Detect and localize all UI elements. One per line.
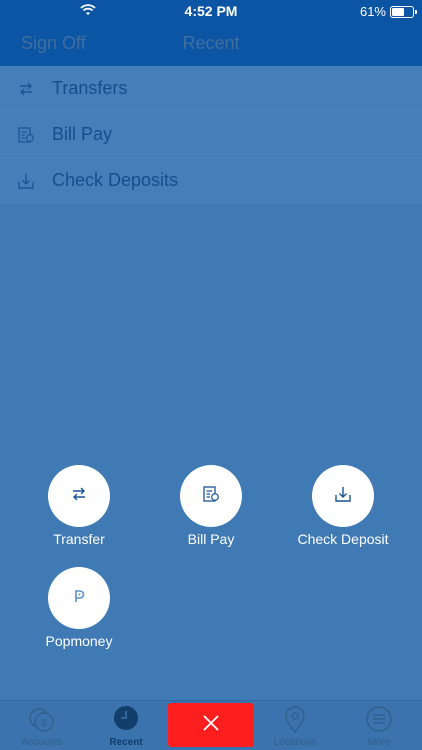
battery-icon: [390, 5, 417, 18]
tab-accounts[interactable]: $ Accounts: [0, 701, 84, 750]
transfer-icon: [0, 80, 52, 98]
check-deposit-action-button[interactable]: [312, 465, 374, 527]
wifi-icon: [80, 3, 96, 19]
recent-item-label: Bill Pay: [52, 124, 113, 144]
bill-pay-action-button[interactable]: [180, 465, 242, 527]
recent-item-check-deposits[interactable]: Check Deposits: [0, 158, 422, 204]
tab-label: Recent: [109, 737, 143, 748]
tab-label: Accounts: [21, 737, 63, 748]
battery-percent: 61%: [359, 4, 386, 19]
svg-text:$: $: [41, 718, 47, 729]
tab-recent[interactable]: Recent: [84, 701, 168, 750]
tab-label: More: [367, 737, 391, 748]
bill-pay-icon: [0, 126, 52, 144]
recent-item-label: Check Deposits: [52, 170, 179, 190]
nav-bar: Recent Sign Off: [0, 22, 422, 66]
battery-status: 61%: [359, 4, 417, 19]
accounts-icon: $: [27, 705, 57, 735]
tab-label: Locations: [273, 737, 317, 748]
transfer-action-button[interactable]: [48, 465, 110, 527]
transfer-action-label: Transfer: [53, 531, 105, 547]
status-time: 4:52 PM: [184, 3, 238, 19]
recent-item-bill-pay[interactable]: Bill Pay: [0, 112, 422, 158]
clock-icon: [111, 705, 141, 735]
status-bar: 4:52 PM 61%: [0, 0, 422, 22]
transfer-icon: [70, 485, 88, 508]
popmoney-action-button[interactable]: [48, 567, 110, 629]
recent-item-label: Transfers: [52, 78, 128, 98]
recent-list: Transfers Bill Pay Check Deposits: [0, 66, 422, 204]
bill-pay-icon: [202, 485, 220, 508]
check-deposit-action-label: Check Deposit: [297, 531, 389, 547]
recent-item-transfers[interactable]: Transfers: [0, 66, 422, 112]
tab-locations[interactable]: Locations: [253, 701, 337, 750]
bill-pay-action-label: Bill Pay: [187, 531, 235, 547]
tab-more[interactable]: More: [337, 701, 421, 750]
close-icon: [202, 714, 220, 737]
popmoney-action-label: Popmoney: [45, 633, 113, 649]
menu-icon: [364, 705, 394, 735]
check-deposit-icon: [334, 485, 352, 508]
close-menu-button[interactable]: [168, 703, 254, 747]
popmoney-icon: [70, 587, 88, 610]
check-deposit-icon: [0, 172, 52, 190]
sign-off-button[interactable]: Sign Off: [21, 33, 86, 54]
location-pin-icon: [280, 705, 310, 735]
